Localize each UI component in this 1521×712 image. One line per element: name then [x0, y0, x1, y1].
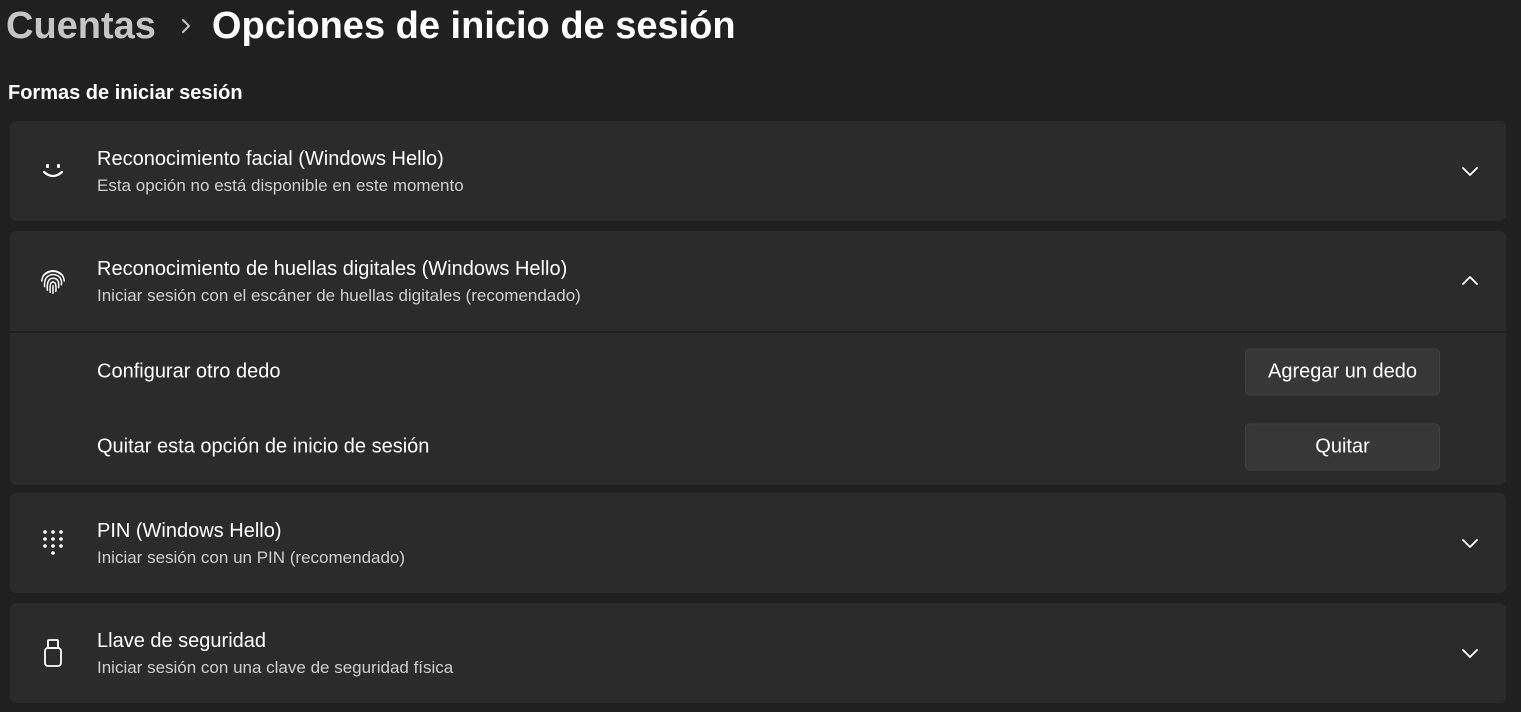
row-label: Configurar otro dedo [97, 360, 281, 382]
option-header-facial[interactable]: Reconocimiento facial (Windows Hello) Es… [10, 121, 1506, 221]
page-title: Opciones de inicio de sesión [211, 4, 736, 47]
fingerprint-icon [38, 266, 68, 296]
settings-row-remove: Quitar esta opción de inicio de sesión Q… [10, 409, 1506, 484]
option-subtitle: Iniciar sesión con una clave de segurida… [97, 658, 454, 677]
option-card-fingerprint: Reconocimiento de huellas digitales (Win… [10, 231, 1506, 485]
add-finger-button[interactable]: Agregar un dedo [1245, 348, 1440, 395]
option-subtitle: Iniciar sesión con un PIN (recomendado) [97, 548, 406, 567]
option-header-security-key[interactable]: Llave de seguridad Iniciar sesión con un… [10, 603, 1506, 703]
option-card-pin: PIN (Windows Hello) Iniciar sesión con u… [10, 493, 1506, 593]
breadcrumb-parent-link[interactable]: Cuentas [6, 5, 156, 48]
chevron-down-icon[interactable] [1460, 161, 1480, 181]
security-key-icon [38, 638, 68, 668]
chevron-down-icon[interactable] [1460, 643, 1480, 663]
option-title: PIN (Windows Hello) [97, 520, 282, 542]
breadcrumb: Cuentas Opciones de inicio de sesión [6, 0, 736, 52]
remove-button[interactable]: Quitar [1245, 423, 1440, 470]
option-card-facial: Reconocimiento facial (Windows Hello) Es… [10, 121, 1506, 221]
row-label: Quitar esta opción de inicio de sesión [97, 435, 430, 457]
option-header-pin[interactable]: PIN (Windows Hello) Iniciar sesión con u… [10, 493, 1506, 593]
chevron-up-icon[interactable] [1460, 271, 1480, 291]
option-card-security-key: Llave de seguridad Iniciar sesión con un… [10, 603, 1506, 703]
option-header-fingerprint[interactable]: Reconocimiento de huellas digitales (Win… [10, 231, 1506, 331]
chevron-down-icon[interactable] [1460, 533, 1480, 553]
pin-keypad-icon [38, 528, 68, 558]
option-subtitle: Esta opción no está disponible en este m… [97, 176, 464, 195]
section-title: Formas de iniciar sesión [8, 82, 243, 104]
option-title: Llave de seguridad [97, 630, 267, 652]
option-title: Reconocimiento facial (Windows Hello) [97, 148, 444, 170]
option-subtitle: Iniciar sesión con el escáner de huellas… [97, 286, 581, 305]
option-expanded-panel: Configurar otro dedo Agregar un dedo Qui… [10, 331, 1506, 485]
smiley-face-icon [38, 156, 68, 186]
option-title: Reconocimiento de huellas digitales (Win… [97, 258, 568, 280]
settings-row-add-finger: Configurar otro dedo Agregar un dedo [10, 334, 1506, 409]
chevron-right-icon [180, 17, 192, 35]
